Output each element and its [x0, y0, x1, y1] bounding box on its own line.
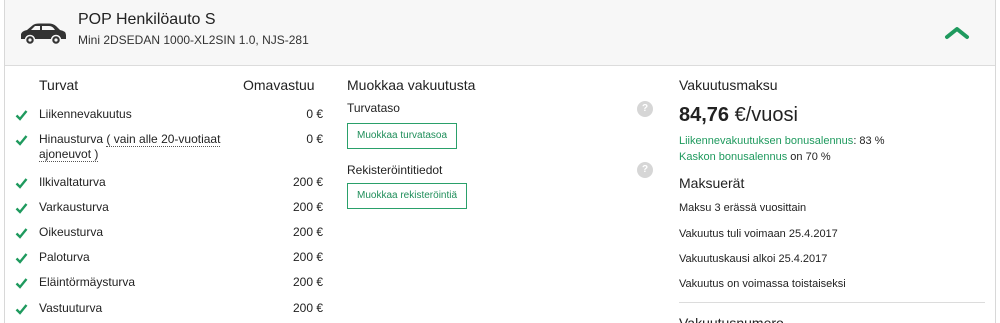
- premium-heading: Vakuutusmaksu: [679, 77, 778, 93]
- check-icon: [15, 178, 28, 189]
- check-icon: [15, 278, 28, 289]
- check-icon: [15, 203, 28, 214]
- check-icon: [15, 304, 28, 315]
- coverage-deductible: 200 €: [292, 225, 323, 239]
- coverage-row: Eläintörmäysturva 200 €: [5, 275, 335, 297]
- coverage-row: Ilkivaltaturva 200 €: [5, 175, 335, 197]
- validity-info: Vakuutus on voimassa toistaiseksi: [679, 278, 846, 290]
- vehicle-details: Mini 2DSEDAN 1000-XL2SIN 1.0, NJS-281: [78, 33, 309, 47]
- coverage-deductible: 200 €: [292, 200, 323, 214]
- coverage-label-text: Hinausturva: [39, 132, 104, 146]
- coverage-label: Eläintörmäysturva: [39, 275, 136, 289]
- check-icon: [15, 110, 28, 121]
- edit-registration-button[interactable]: Muokkaa rekisteröintiä: [347, 183, 468, 209]
- installments-heading: Maksuerät: [679, 175, 745, 191]
- traffic-bonus-label: Liikennevakuutuksen bonusalennus: [679, 135, 854, 147]
- coverage-deductible: 200 €: [292, 250, 323, 264]
- period-start: Vakuutuskausi alkoi 25.4.2017: [679, 253, 828, 265]
- coverage-row: Liikennevakuutus 0 €: [5, 107, 335, 129]
- casco-bonus-value: on 70 %: [787, 151, 831, 163]
- car-icon: [21, 23, 66, 46]
- check-icon: [15, 228, 28, 239]
- coverage-heading: Turvat: [39, 77, 79, 93]
- policy-card: POP Henkilöauto S Mini 2DSEDAN 1000-XL2S…: [4, 0, 996, 323]
- policy-number-heading: Vakuutusnumero: [679, 315, 784, 323]
- coverage-label: Ilkivaltaturva: [39, 175, 106, 189]
- policy-header[interactable]: POP Henkilöauto S Mini 2DSEDAN 1000-XL2S…: [5, 0, 995, 66]
- coverage-label: Liikennevakuutus: [39, 107, 132, 121]
- help-icon[interactable]: ?: [637, 162, 653, 178]
- policy-title: POP Henkilöauto S: [78, 11, 216, 28]
- coverage-label: Vastuuturva: [39, 301, 103, 315]
- coverage-deductible: 0 €: [306, 107, 323, 121]
- coverage-label: Varkausturva: [39, 200, 109, 214]
- check-icon: [15, 253, 28, 264]
- coverage-row: Paloturva 200 €: [5, 250, 335, 272]
- casco-bonus-label: Kaskon bonusalennus: [679, 151, 788, 163]
- divider: [679, 302, 985, 303]
- coverage-row: Vastuuturva 200 €: [5, 301, 335, 323]
- coverage-deductible: 0 €: [306, 132, 323, 146]
- coverage-label: Oikeusturva: [39, 225, 104, 239]
- effective-date: Vakuutus tuli voimaan 25.4.2017: [679, 228, 838, 240]
- coverage-row: Varkausturva 200 €: [5, 200, 335, 222]
- coverage-row: Hinausturva ( vain alle 20-vuotiaat ajon…: [5, 132, 335, 168]
- traffic-bonus: Liikennevakuutuksen bonusalennus: 83 %: [679, 135, 885, 147]
- coverage-deductible: 200 €: [292, 301, 323, 315]
- registration-label: Rekisteröintitiedot: [347, 163, 443, 177]
- edit-protection-level-button[interactable]: Muokkaa turvatasoa: [347, 123, 458, 149]
- chevron-up-icon[interactable]: [942, 24, 972, 42]
- casco-bonus: Kaskon bonusalennus on 70 %: [679, 151, 831, 163]
- protection-level-label: Turvataso: [347, 101, 400, 115]
- deductible-heading: Omavastuu: [243, 77, 315, 93]
- coverage-deductible: 200 €: [292, 275, 323, 289]
- coverage-label: Hinausturva ( vain alle 20-vuotiaat ajon…: [39, 132, 239, 162]
- coverage-row: Oikeusturva 200 €: [5, 225, 335, 247]
- traffic-bonus-value: : 83 %: [853, 135, 885, 147]
- premium-unit: €/vuosi: [729, 104, 798, 126]
- coverage-label: Paloturva: [39, 250, 90, 264]
- check-icon: [15, 135, 28, 146]
- premium-amount: 84,76 €/vuosi: [679, 104, 798, 127]
- installments-info: Maksu 3 erässä vuosittain: [679, 202, 807, 214]
- help-icon[interactable]: ?: [637, 101, 653, 117]
- edit-heading: Muokkaa vakuutusta: [347, 77, 476, 93]
- coverage-deductible: 200 €: [292, 175, 323, 189]
- premium-value: 84,76: [679, 104, 730, 126]
